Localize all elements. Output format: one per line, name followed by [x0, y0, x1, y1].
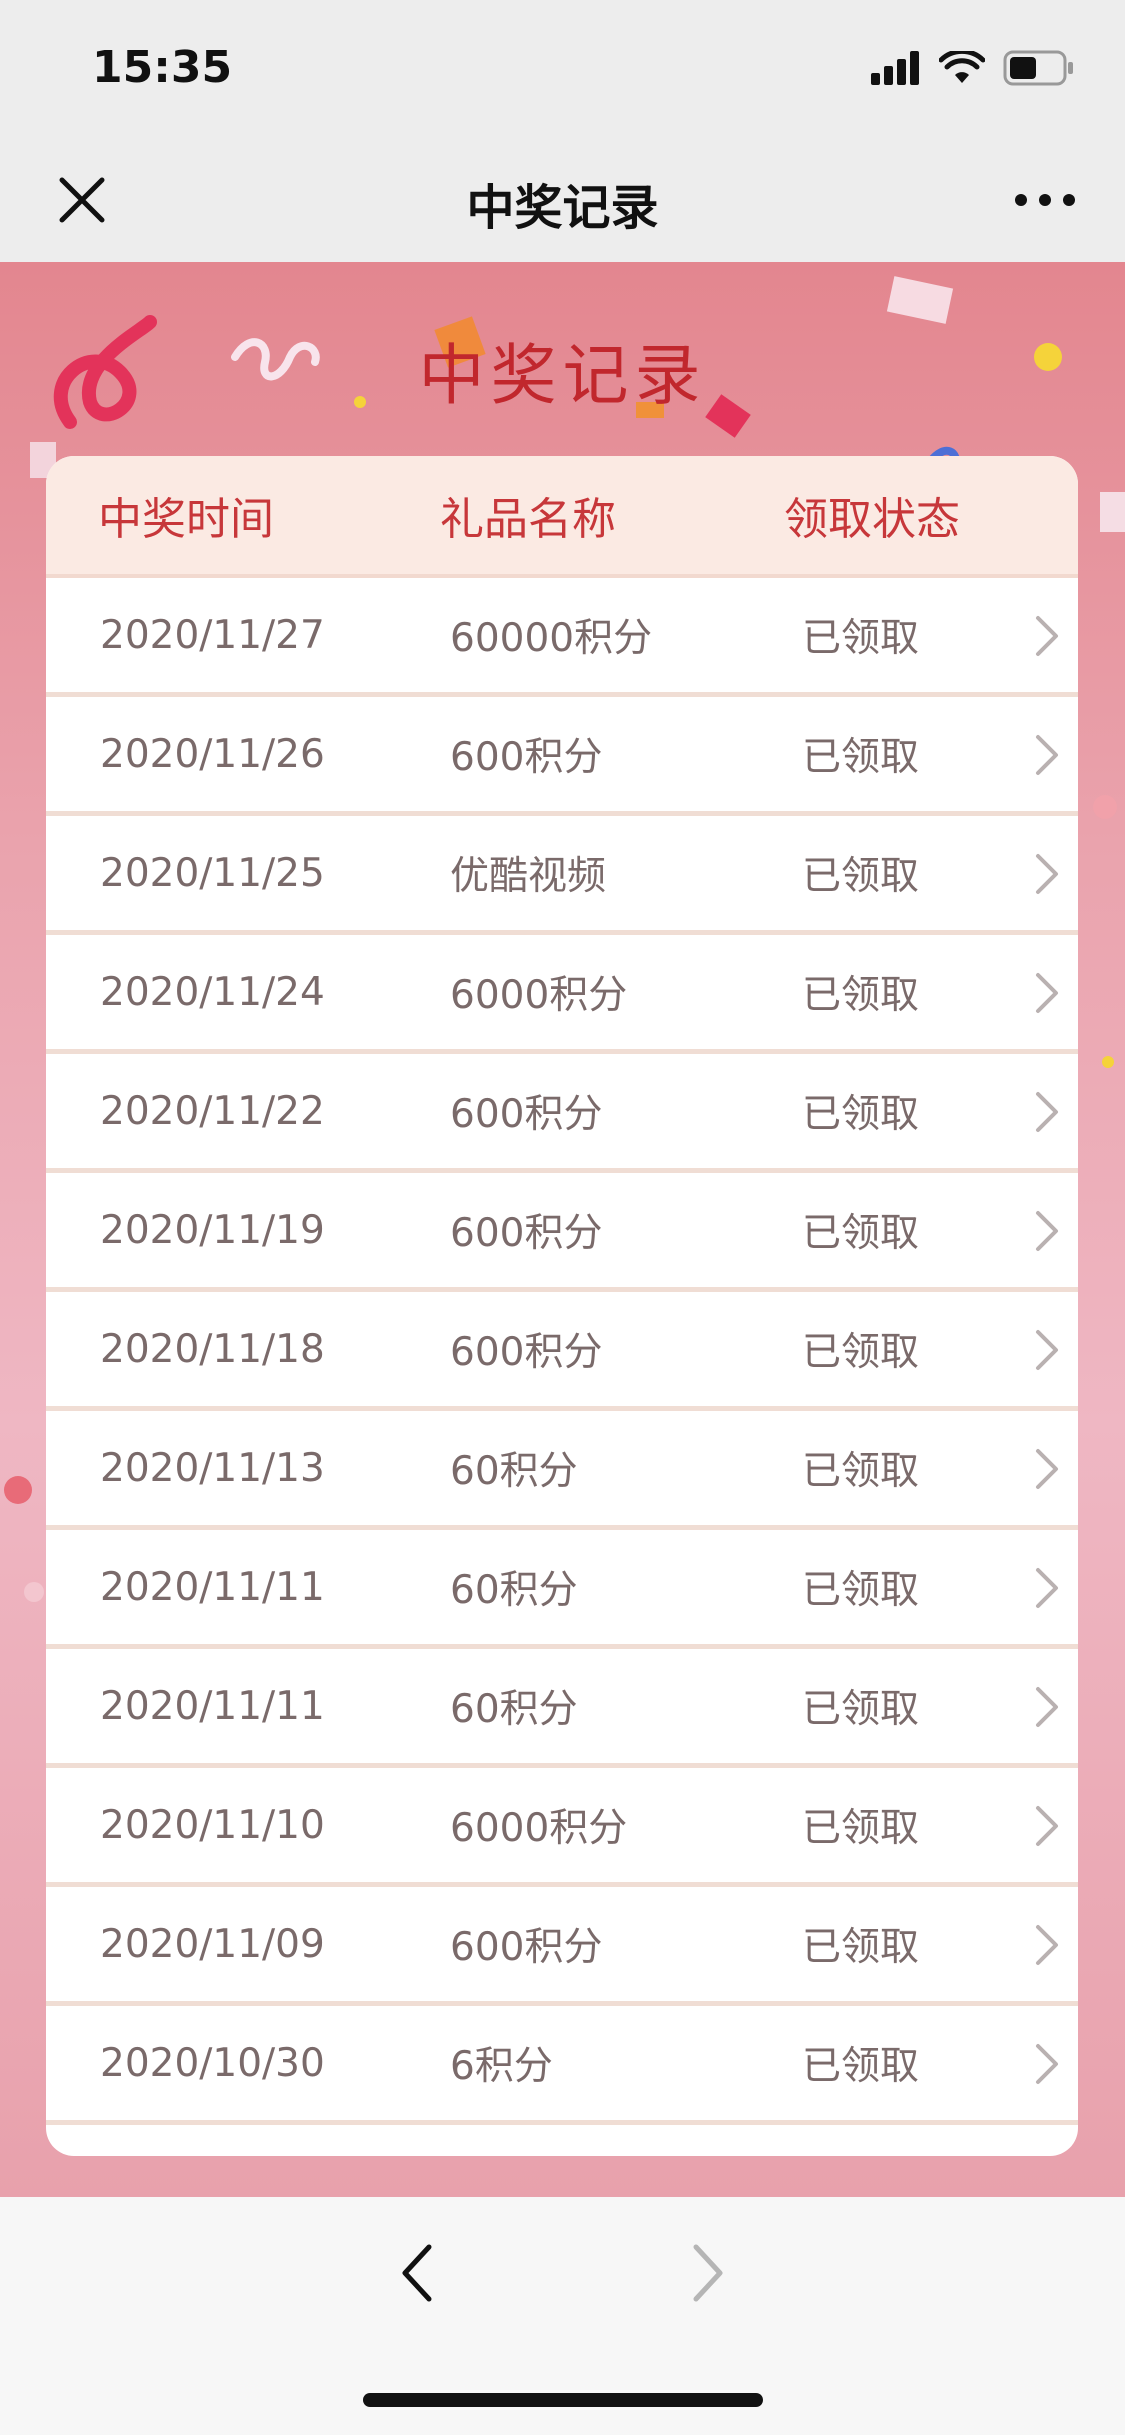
bottom-toolbar [0, 2197, 1125, 2435]
row-prize: 600积分 [450, 1211, 603, 1256]
row-status: 已领取 [802, 1806, 920, 1851]
chevron-right-icon[interactable] [1034, 2042, 1060, 2086]
table-row[interactable]: 2020/11/24 6000积分 已领取 [46, 935, 1078, 1054]
row-date: 2020/11/24 [100, 969, 325, 1015]
banner-title: 中奖记录 [418, 337, 707, 414]
row-date: 2020/11/09 [100, 1921, 325, 1967]
row-prize: 600积分 [450, 1092, 603, 1137]
row-status: 已领取 [802, 973, 920, 1018]
row-date: 2020/11/26 [100, 731, 325, 777]
row-date: 2020/11/13 [100, 1445, 325, 1491]
chevron-right-icon[interactable] [1034, 1209, 1060, 1253]
chevron-right-icon[interactable] [1034, 1685, 1060, 1729]
header-date: 中奖时间 [98, 494, 274, 545]
row-status: 已领取 [802, 735, 920, 780]
row-prize: 600积分 [450, 1925, 603, 1970]
row-status: 已领取 [802, 616, 920, 661]
row-status: 已领取 [802, 854, 920, 899]
chevron-right-icon[interactable] [1034, 1804, 1060, 1848]
row-date: 2020/11/11 [100, 1683, 325, 1729]
row-prize: 60积分 [450, 1568, 578, 1613]
table-row[interactable]: 2020/11/22 600积分 已领取 [46, 1054, 1078, 1173]
row-prize: 600积分 [450, 735, 603, 780]
row-status: 已领取 [802, 1449, 920, 1494]
row-date: 2020/11/22 [100, 1088, 325, 1134]
chevron-right-icon[interactable] [1034, 852, 1060, 896]
forward-icon[interactable] [688, 2239, 730, 2307]
chevron-right-icon[interactable] [1034, 1090, 1060, 1134]
wifi-icon [939, 51, 985, 83]
row-prize: 60积分 [450, 1449, 578, 1494]
chevron-right-icon[interactable] [1034, 1923, 1060, 1967]
status-icons [871, 48, 1075, 88]
row-date: 2020/11/18 [100, 1326, 325, 1372]
chevron-right-icon[interactable] [1034, 1447, 1060, 1491]
page-title: 中奖记录 [466, 180, 659, 236]
table-row[interactable]: 2020/11/19 600积分 已领取 [46, 1173, 1078, 1292]
row-prize: 600积分 [450, 1330, 603, 1375]
home-indicator [363, 2393, 763, 2407]
header-status: 领取状态 [784, 494, 960, 545]
row-date: 2020/11/11 [100, 1564, 325, 1610]
table-header: 中奖时间 礼品名称 领取状态 [46, 456, 1078, 578]
row-status: 已领取 [802, 1687, 920, 1732]
row-date: 2020/11/10 [100, 1802, 325, 1848]
row-prize: 60积分 [450, 1687, 578, 1732]
table-row[interactable]: 2020/11/09 600积分 已领取 [46, 1887, 1078, 2006]
table-row[interactable]: 2020/11/13 60积分 已领取 [46, 1411, 1078, 1530]
row-status: 已领取 [802, 1568, 920, 1613]
row-prize: 6000积分 [450, 1806, 628, 1851]
chevron-right-icon[interactable] [1034, 1328, 1060, 1372]
row-status: 已领取 [802, 1092, 920, 1137]
nav-bar: 中奖记录 [0, 140, 1125, 262]
more-icon[interactable] [1013, 180, 1077, 220]
row-status: 已领取 [802, 1330, 920, 1375]
row-prize: 6积分 [450, 2044, 553, 2089]
battery-icon [1003, 50, 1073, 86]
back-icon[interactable] [395, 2239, 437, 2307]
chevron-right-icon[interactable] [1034, 1566, 1060, 1610]
row-prize: 6000积分 [450, 973, 628, 1018]
header-prize: 礼品名称 [440, 494, 616, 545]
status-bar: 15:35 [0, 0, 1125, 140]
row-date: 2020/11/19 [100, 1207, 325, 1253]
table-row[interactable]: 2020/11/10 6000积分 已领取 [46, 1768, 1078, 1887]
main-content: 中奖记录 中奖时间 礼品名称 领取状态 2020/11/27 60000积分 已领取… [0, 262, 1125, 2197]
chevron-right-icon[interactable] [1034, 614, 1060, 658]
row-status: 已领取 [802, 1211, 920, 1256]
table-row[interactable]: 2020/11/18 600积分 已领取 [46, 1292, 1078, 1411]
records-table: 中奖时间 礼品名称 领取状态 2020/11/27 60000积分 已领取 2020/… [46, 456, 1078, 2156]
table-row[interactable]: 2020/11/11 60积分 已领取 [46, 1530, 1078, 1649]
chevron-right-icon[interactable] [1034, 971, 1060, 1015]
chevron-right-icon[interactable] [1034, 733, 1060, 777]
row-date: 2020/11/27 [100, 612, 325, 658]
table-row[interactable]: 2020/11/26 600积分 已领取 [46, 697, 1078, 816]
row-status: 已领取 [802, 2044, 920, 2089]
row-date: 2020/11/25 [100, 850, 325, 896]
row-date: 2020/10/30 [100, 2040, 325, 2086]
table-row[interactable]: 2020/11/25 优酷视频 已领取 [46, 816, 1078, 935]
table-row[interactable]: 2020/10/30 6积分 已领取 [46, 2006, 1078, 2125]
table-row[interactable]: 2020/11/27 60000积分 已领取 [46, 578, 1078, 697]
row-prize: 优酷视频 [450, 854, 607, 899]
signal-icon [871, 51, 919, 85]
row-prize: 60000积分 [450, 616, 653, 661]
row-status: 已领取 [802, 1925, 920, 1970]
table-row[interactable]: 2020/11/11 60积分 已领取 [46, 1649, 1078, 1768]
status-time: 15:35 [92, 42, 233, 93]
table-body: 2020/11/27 60000积分 已领取 2020/11/26 600积分 已领取 20… [46, 578, 1078, 2125]
